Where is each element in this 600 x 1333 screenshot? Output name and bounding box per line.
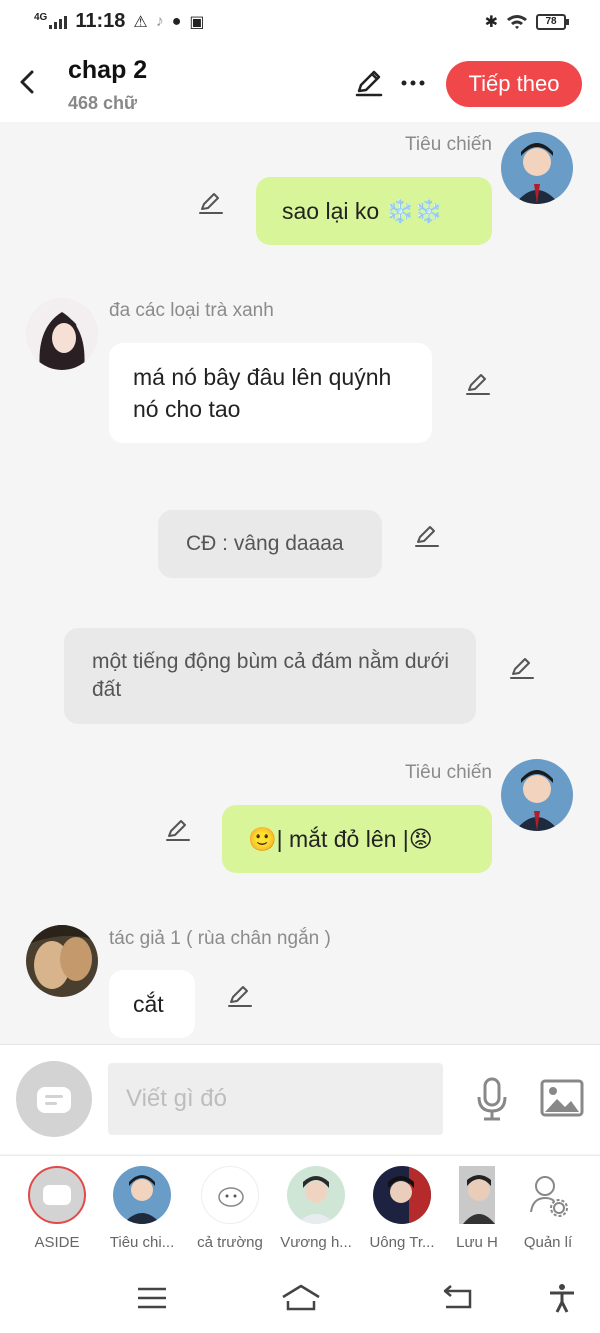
- character-label: Vương h...: [280, 1234, 352, 1251]
- character-item[interactable]: Lưu H: [437, 1166, 517, 1251]
- edit-pencil-icon[interactable]: [413, 522, 441, 550]
- avatar[interactable]: [26, 298, 98, 370]
- message-text: má nó bây đâu lên quýnh nó cho tao: [133, 364, 392, 422]
- microphone-icon[interactable]: [472, 1075, 512, 1123]
- message-bubble[interactable]: cắt: [109, 970, 195, 1038]
- back-arrow-icon[interactable]: [14, 64, 42, 100]
- message-text: sao lại ko ❄️❄️: [282, 198, 443, 224]
- warning-icon: ⚠: [133, 13, 148, 31]
- message-sender: Tiêu chiến: [405, 134, 492, 155]
- message-text: 🙂| mắt đỏ lên |😡: [248, 826, 433, 852]
- manage-characters-button[interactable]: Quản lí: [508, 1166, 588, 1251]
- avatar[interactable]: [501, 759, 573, 831]
- edit-pencil-icon[interactable]: [164, 816, 192, 844]
- bluetooth-icon: ✱: [484, 14, 498, 31]
- character-aside[interactable]: ASIDE: [17, 1166, 97, 1251]
- message-bubble[interactable]: 🙂| mắt đỏ lên |😡: [222, 805, 492, 873]
- aside-avatar: [28, 1166, 86, 1224]
- character-item[interactable]: Vương h...: [276, 1166, 356, 1251]
- avatar: [287, 1166, 345, 1224]
- message-bubble[interactable]: má nó bây đâu lên quýnh nó cho tao: [109, 343, 432, 443]
- next-button[interactable]: Tiếp theo: [446, 61, 582, 107]
- character-label: Lưu H: [456, 1234, 498, 1251]
- character-label: Quản lí: [523, 1234, 573, 1251]
- message-sender: tác giả 1 ( rùa chân ngắn ): [109, 928, 331, 949]
- back-icon[interactable]: [440, 1283, 476, 1313]
- composer: [0, 1044, 600, 1154]
- avatar[interactable]: [501, 132, 573, 204]
- chat-bubble-icon: [37, 1087, 71, 1113]
- image-icon[interactable]: [540, 1079, 584, 1117]
- message-text: cắt: [133, 991, 164, 1017]
- status-time: 11:18: [75, 10, 126, 32]
- message-text: một tiếng động bùm cả đám nằm dưới đất: [92, 650, 450, 701]
- message-bubble[interactable]: sao lại ko ❄️❄️: [256, 177, 492, 245]
- character-label: Tiêu chi...: [109, 1234, 175, 1251]
- message-input[interactable]: [108, 1063, 443, 1135]
- more-options-icon[interactable]: [398, 66, 428, 100]
- status-left: 4G 11:18 ⚠ ♪ ● ▣: [34, 10, 205, 33]
- menu-icon[interactable]: [134, 1283, 170, 1313]
- edit-pencil-icon[interactable]: [508, 654, 536, 682]
- home-icon[interactable]: [280, 1283, 322, 1313]
- avatar: [459, 1166, 495, 1224]
- message-sender: đa các loại trà xanh: [109, 300, 274, 321]
- avatar: [113, 1166, 171, 1224]
- narration-bubble[interactable]: CĐ : vâng daaaa: [158, 510, 382, 578]
- signal-icon: [49, 15, 68, 29]
- character-label: cả trường: [197, 1234, 263, 1251]
- edit-pencil-icon[interactable]: [464, 370, 492, 398]
- user-settings-icon: [519, 1166, 577, 1224]
- status-bar: 4G 11:18 ⚠ ♪ ● ▣ ✱ 78: [0, 0, 600, 46]
- wifi-icon: [507, 15, 527, 29]
- word-count: 468 chữ: [68, 93, 138, 113]
- character-label: Uông Tr...: [369, 1234, 435, 1251]
- media-icon: ▣: [189, 13, 205, 31]
- character-item[interactable]: Uông Tr...: [362, 1166, 442, 1251]
- message-icon: ●: [171, 12, 182, 30]
- narration-bubble[interactable]: một tiếng động bùm cả đám nằm dưới đất: [64, 628, 476, 724]
- character-item[interactable]: cả trường: [190, 1166, 270, 1251]
- avatar[interactable]: [26, 925, 98, 997]
- edit-pencil-icon[interactable]: [352, 66, 386, 100]
- edit-pencil-icon[interactable]: [226, 982, 254, 1010]
- aside-toggle-button[interactable]: [16, 1061, 92, 1137]
- message-sender: Tiêu chiến: [405, 762, 492, 783]
- character-bar: ASIDE Tiêu chi... cả trường Vương h... U…: [0, 1155, 600, 1263]
- message-text: CĐ : vâng daaaa: [186, 532, 344, 555]
- avatar: [373, 1166, 431, 1224]
- status-right: ✱ 78: [484, 12, 569, 32]
- header: chap 2 468 chữ Tiếp theo: [0, 46, 600, 122]
- network-type: 4G: [34, 12, 48, 23]
- navigation-bar: [0, 1263, 600, 1333]
- tiktok-icon: ♪: [155, 12, 164, 30]
- character-item[interactable]: Tiêu chi...: [102, 1166, 182, 1251]
- character-label: ASIDE: [34, 1234, 80, 1251]
- accessibility-icon[interactable]: [546, 1283, 578, 1313]
- avatar: [201, 1166, 259, 1224]
- battery-icon: 78: [536, 14, 569, 30]
- edit-pencil-icon[interactable]: [197, 189, 225, 217]
- page-title: chap 2: [68, 56, 148, 84]
